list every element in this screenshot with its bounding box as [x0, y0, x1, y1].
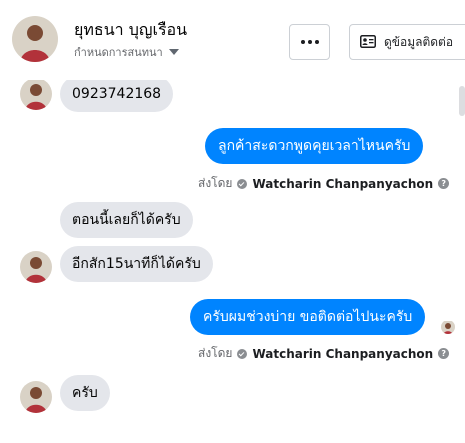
caret-down-icon: [168, 49, 179, 55]
sender-avatar[interactable]: [20, 381, 52, 413]
sender-name[interactable]: Watcharin Chanpanyachon: [252, 177, 433, 191]
contact-avatar[interactable]: [12, 16, 58, 62]
view-contact-info-button[interactable]: ดูข้อมูลติดต่อ: [349, 24, 465, 60]
sender-avatar[interactable]: [20, 80, 52, 110]
more-options-button[interactable]: [289, 24, 330, 60]
message-bubble-incoming[interactable]: อีกสัก15นาทีก็ได้ครับ: [60, 246, 213, 282]
sent-by-prefix: ส่งโดย: [198, 346, 233, 360]
more-horizontal-icon: [300, 40, 319, 44]
check-circle-icon: [237, 348, 248, 359]
seen-by-avatar: [441, 320, 455, 334]
message-bubble-incoming[interactable]: ตอนนี้เลยก็ได้ครับ: [60, 202, 193, 238]
question-circle-icon[interactable]: ?: [438, 178, 450, 189]
sent-by-line: ส่งโดย Watcharin Chanpanyachon ?: [198, 174, 450, 193]
check-circle-icon: [237, 178, 248, 189]
message-bubble-outgoing[interactable]: ลูกค้าสะดวกพูดคุยเวลาไหนครับ: [205, 128, 424, 164]
sent-by-prefix: ส่งโดย: [198, 176, 233, 190]
message-bubble-incoming[interactable]: ครับ: [60, 375, 110, 411]
message-thread[interactable]: 0923742168 ลูกค้าสะดวกพูดคุยเวลาไหนครับ …: [0, 80, 465, 443]
manage-chat-label: กำหนดการสนทนา: [74, 46, 163, 59]
contact-name[interactable]: ยุทธนา บุญเรือน: [74, 18, 187, 43]
message-bubble-incoming[interactable]: 0923742168: [60, 80, 174, 112]
chat-header: ยุทธนา บุญเรือน กำหนดการสนทนา ดูข้อมูลติ…: [0, 0, 465, 80]
sender-name[interactable]: Watcharin Chanpanyachon: [252, 347, 433, 361]
thread-scrollbar[interactable]: [459, 86, 465, 116]
sent-by-line: ส่งโดย Watcharin Chanpanyachon ?: [198, 344, 450, 363]
manage-chat-dropdown[interactable]: กำหนดการสนทนา: [74, 43, 179, 61]
question-circle-icon[interactable]: ?: [438, 348, 450, 359]
message-bubble-outgoing[interactable]: ครับผมช่วงบ่าย ขอติดต่อไปนะครับ: [190, 299, 426, 335]
view-contact-info-label: ดูข้อมูลติดต่อ: [384, 34, 454, 49]
contact-card-icon: [360, 33, 376, 52]
sender-avatar[interactable]: [20, 251, 52, 283]
